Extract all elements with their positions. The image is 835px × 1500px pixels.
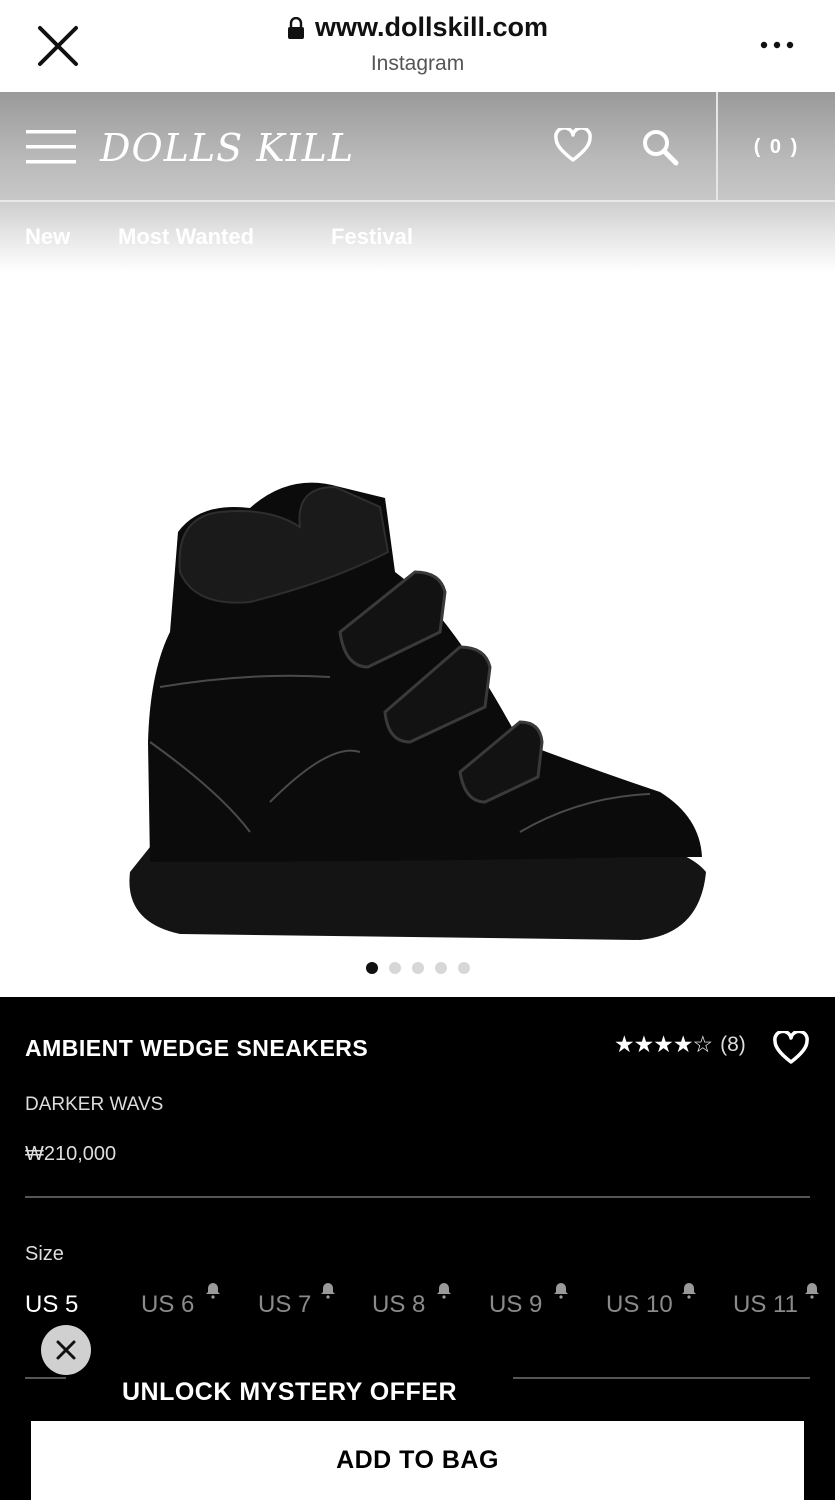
- lock-icon: [287, 16, 304, 39]
- gallery-dot[interactable]: [388, 962, 401, 974]
- product-title: AMBIENT WEDGE SNEAKERS: [25, 1035, 369, 1061]
- product-brand[interactable]: DARKER WAVS: [25, 1094, 163, 1116]
- bell-icon: [206, 1283, 220, 1299]
- gallery-dot[interactable]: [434, 962, 447, 974]
- bell-icon: [321, 1283, 335, 1299]
- nav-item-new[interactable]: New: [25, 224, 70, 250]
- size-option-us8[interactable]: US 8: [372, 1283, 451, 1319]
- category-nav: New Most Wanted Festival: [0, 202, 835, 272]
- gallery-dot[interactable]: [365, 962, 378, 974]
- size-option-us10[interactable]: US 10: [606, 1283, 696, 1319]
- address-bar[interactable]: www.dollskill.com: [0, 12, 835, 44]
- search-icon[interactable]: [641, 128, 679, 166]
- browser-subtitle: Instagram: [370, 52, 465, 75]
- wishlist-heart-icon[interactable]: [554, 128, 592, 164]
- product-rating[interactable]: ★★★★☆ (8): [614, 1031, 746, 1058]
- size-label-text: US 8: [372, 1291, 426, 1318]
- size-option-us7[interactable]: US 7: [258, 1283, 335, 1319]
- add-to-wishlist-heart-icon[interactable]: [772, 1031, 810, 1065]
- size-option-us9[interactable]: US 9: [489, 1283, 568, 1319]
- rating-count: (8): [720, 1032, 746, 1056]
- bell-icon: [682, 1283, 696, 1299]
- close-icon: [56, 1340, 76, 1360]
- bell-icon: [554, 1283, 568, 1299]
- bell-icon: [805, 1283, 819, 1299]
- size-label-text: US 9: [489, 1291, 543, 1318]
- size-label-text: US 10: [606, 1291, 673, 1318]
- size-option-us5[interactable]: US 5: [25, 1291, 78, 1319]
- nav-item-most-wanted[interactable]: Most Wanted: [118, 224, 254, 250]
- size-label-text: US 7: [258, 1291, 312, 1318]
- more-icon[interactable]: [759, 38, 795, 52]
- gallery-dots: [0, 962, 835, 974]
- size-label-text: US 11: [733, 1291, 798, 1318]
- size-label-text: US 6: [141, 1291, 195, 1318]
- browser-top-bar: www.dollskill.com Instagram: [0, 0, 835, 92]
- size-option-us6[interactable]: US 6: [141, 1283, 220, 1319]
- size-option-us11[interactable]: US 11: [733, 1283, 819, 1319]
- unlock-mystery-offer-banner[interactable]: UNLOCK MYSTERY OFFER: [66, 1352, 513, 1432]
- gallery-dot[interactable]: [411, 962, 424, 974]
- product-image[interactable]: [0, 272, 835, 998]
- nav-item-festival[interactable]: Festival: [331, 224, 413, 250]
- bell-icon: [437, 1283, 451, 1299]
- url-text: www.dollskill.com: [314, 12, 549, 42]
- site-header: DOLLS KILL ( 0 ): [0, 92, 835, 202]
- cart-button[interactable]: ( 0 ): [718, 92, 835, 202]
- sneaker-image: [129, 482, 706, 940]
- site-logo[interactable]: DOLLS KILL: [100, 126, 354, 170]
- add-to-bag-button[interactable]: ADD TO BAG: [31, 1421, 804, 1500]
- divider: [25, 1196, 810, 1198]
- offer-close-button[interactable]: [41, 1325, 91, 1375]
- gallery-dot[interactable]: [457, 962, 470, 974]
- rating-stars: ★★★★☆: [614, 1031, 713, 1057]
- size-label: Size: [25, 1243, 64, 1265]
- product-price: ₩210,000: [25, 1143, 117, 1165]
- size-label-text: US 5: [25, 1291, 79, 1318]
- menu-icon[interactable]: [26, 128, 76, 166]
